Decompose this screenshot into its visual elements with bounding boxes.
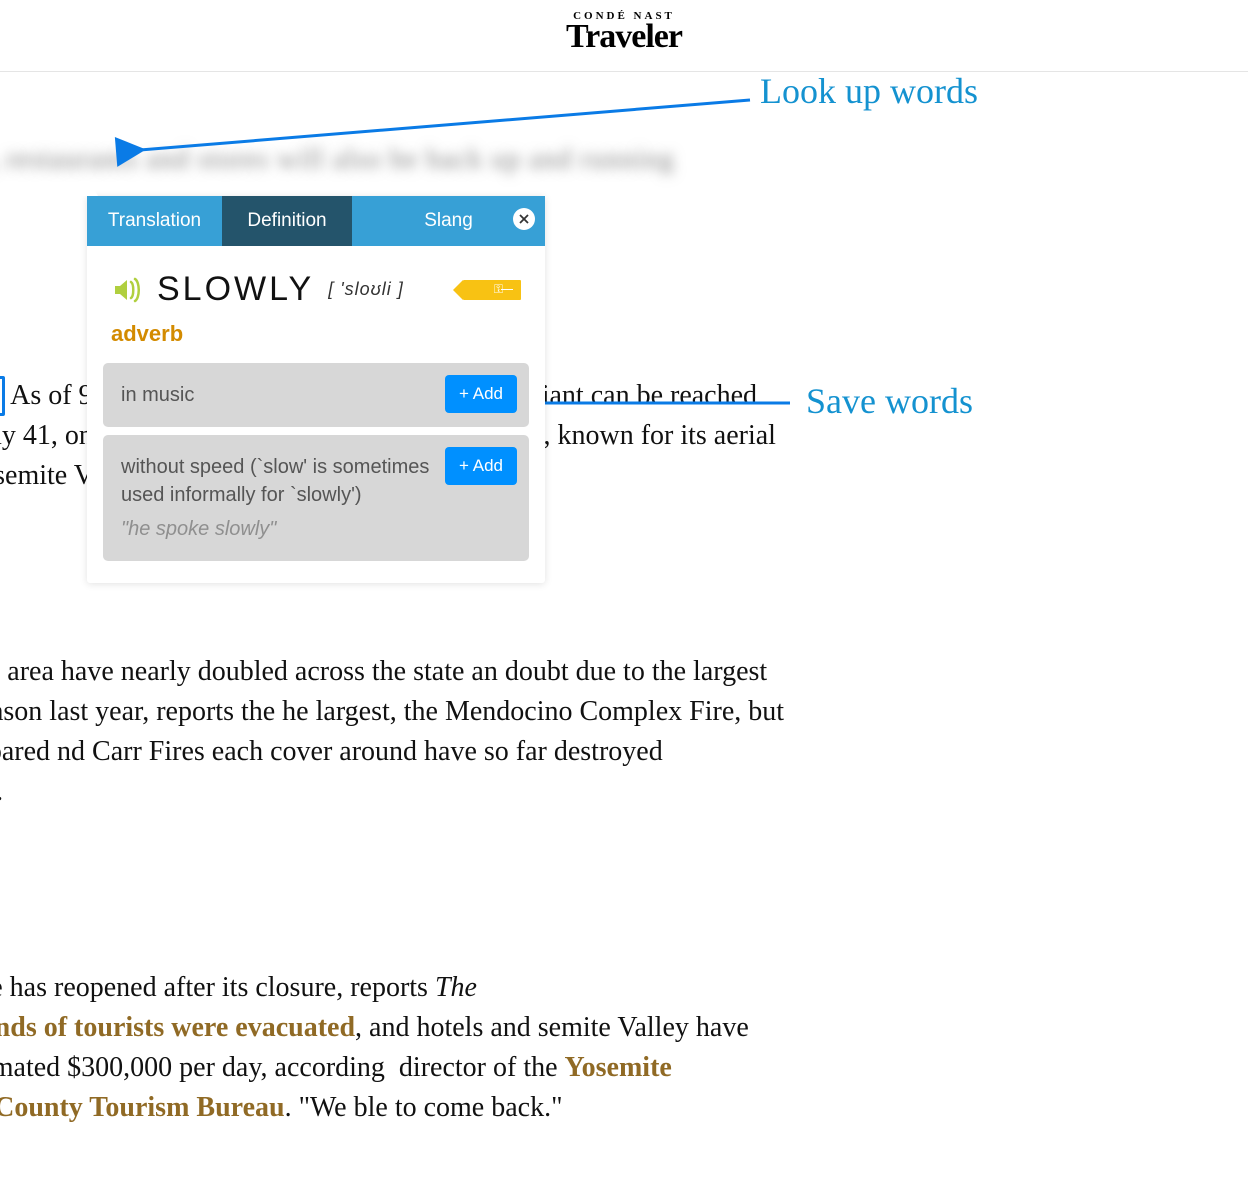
popup-header-row: SLOWLY [ 'sloʊli ] ⚿━ (87, 246, 545, 321)
popup-body: in music + Add without speed (`slow' is … (87, 363, 545, 583)
tab-translation[interactable]: Translation (87, 196, 222, 246)
definition-text: in music (121, 384, 194, 406)
definition-text: without speed (`slow' is sometimes used … (121, 456, 429, 506)
add-button[interactable]: + Add (445, 375, 517, 413)
top-bar: CONDÉ NAST Traveler (0, 0, 1248, 72)
speaker-icon[interactable] (111, 274, 143, 306)
brand-lockup: CONDÉ NAST Traveler (566, 10, 682, 53)
definition-item: in music + Add (103, 363, 529, 427)
article-link-evacuated[interactable]: Thousands of tourists were evacuated (0, 1012, 355, 1043)
annotation-save: Save words (806, 380, 973, 422)
popup-tabs: Translation Definition Slang (87, 196, 545, 246)
definition-item: without speed (`slow' is sometimes used … (103, 435, 529, 561)
close-icon[interactable] (513, 208, 535, 230)
popup-pointer (80, 180, 98, 196)
definition-example: "he spoke slowly" (121, 515, 439, 543)
headword: SLOWLY (157, 270, 314, 309)
add-button[interactable]: + Add (445, 447, 517, 485)
article-text: at Yosemite has reopened after its closu… (0, 972, 435, 1003)
annotation-lookup: Look up words (760, 70, 978, 112)
article-para-2: astating the area have nearly doubled ac… (0, 652, 792, 812)
key-badge-icon[interactable]: ⚿━ (463, 280, 521, 300)
tab-definition[interactable]: Definition (222, 196, 352, 246)
part-of-speech: adverb (87, 321, 545, 355)
pronunciation: [ 'sloʊli ] (328, 279, 404, 300)
article-para-3: at Yosemite has reopened after its closu… (0, 968, 792, 1128)
brand-title: Traveler (566, 22, 682, 53)
annotation-arrow-save (510, 388, 810, 418)
definition-popup: Translation Definition Slang SLOWLY [ 's… (87, 196, 545, 583)
article-text: astating the area have nearly doubled ac… (0, 656, 791, 807)
annotation-arrow-lookup (130, 95, 770, 165)
article-text: . "We ble to come back." (285, 1092, 563, 1123)
article-italic: The (435, 972, 477, 1003)
